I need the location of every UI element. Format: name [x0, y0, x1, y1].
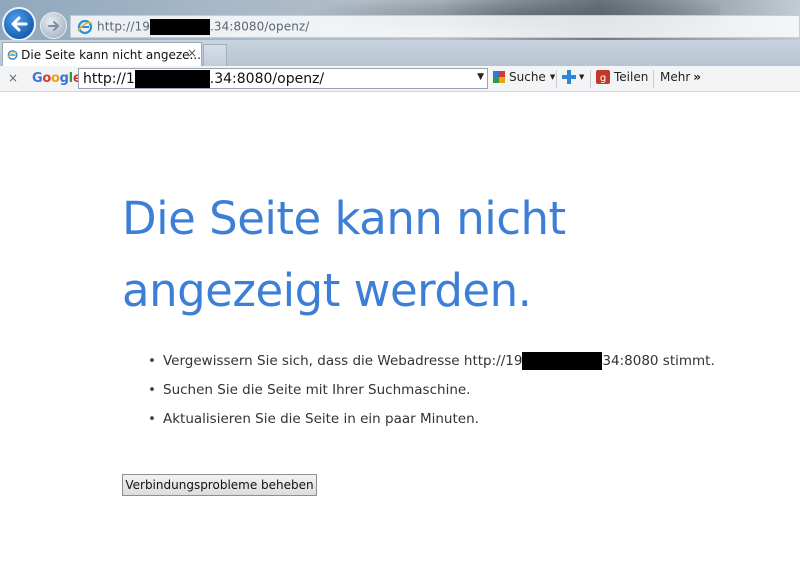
address-url-prefix: http://19	[97, 19, 150, 33]
share-button-label: Teilen	[614, 70, 649, 84]
back-button[interactable]	[2, 7, 36, 41]
bullet-text: Suchen Sie die Seite mit Ihrer Suchmasch…	[163, 382, 471, 398]
list-item: • Vergewissern Sie sich, dass die Webadre…	[148, 347, 715, 376]
search-value-prefix: http://1	[83, 70, 135, 87]
tab-strip: Die Seite kann nicht angeze... ×	[0, 40, 800, 66]
toolbar-search-input[interactable]: http://1 .34:8080/openz/ ▼	[78, 68, 488, 89]
toolbar-divider	[590, 70, 591, 88]
list-item: • Aktualisieren Sie die Seite in ein paar…	[148, 405, 715, 434]
search-button-label: Suche	[509, 70, 546, 84]
bullet-icon: •	[148, 382, 156, 398]
search-value-suffix: .34:8080/openz/	[209, 70, 325, 87]
toolbar-divider	[653, 70, 654, 88]
svg-text:g: g	[600, 73, 606, 84]
share-button[interactable]: g Teilen	[596, 70, 648, 84]
new-tab-button[interactable]	[203, 44, 227, 66]
chevron-down-icon: ▼	[579, 73, 585, 81]
share-icon: g	[596, 70, 610, 84]
list-item: • Suchen Sie die Seite mit Ihrer Suchmasc…	[148, 376, 715, 405]
address-bar[interactable]: http://19 .34:8080/openz/	[70, 15, 800, 38]
browser-title-bar: http://19 .34:8080/openz/	[0, 0, 800, 41]
bullet-icon: •	[148, 411, 156, 427]
troubleshooting-list: • Vergewissern Sie sich, dass die Webadre…	[148, 347, 715, 434]
more-button-label: Mehr	[660, 70, 691, 84]
toolbar-divider	[556, 70, 557, 88]
redaction-block	[134, 69, 210, 88]
google-toolbar: × Google http://1 .34:8080/openz/ ▼ Suche…	[0, 66, 800, 92]
back-arrow-icon	[11, 16, 28, 32]
forward-button[interactable]	[40, 12, 67, 39]
internet-explorer-icon	[77, 19, 93, 34]
redaction-block	[149, 18, 210, 35]
google-search-icon	[493, 71, 505, 83]
redaction-block	[522, 352, 603, 370]
toolbar-search-value: http://1 .34:8080/openz/	[83, 69, 325, 88]
double-chevron-icon: »	[693, 70, 702, 84]
chevron-down-icon: ▼	[549, 73, 556, 81]
bullet-text-prefix: Vergewissern Sie sich, dass die Webadres…	[163, 353, 523, 369]
bullet-icon: •	[148, 353, 156, 369]
fix-connection-problems-button[interactable]: Verbindungsprobleme beheben	[122, 474, 317, 496]
bullet-text: Aktualisieren Sie die Seite in ein paar …	[163, 411, 479, 427]
plus-button[interactable]: ▼	[562, 70, 584, 84]
address-url: http://19 .34:8080/openz/	[97, 18, 310, 35]
address-url-suffix: .34:8080/openz/	[209, 19, 310, 33]
google-plus-icon	[562, 70, 576, 84]
google-logo: Google	[32, 71, 82, 86]
tab-title: Die Seite kann nicht angeze...	[21, 47, 201, 62]
bullet-text-suffix: 34:8080 stimmt.	[602, 353, 715, 369]
forward-arrow-icon	[47, 20, 59, 31]
chevron-down-icon[interactable]: ▼	[477, 72, 484, 82]
toolbar-close-button[interactable]: ×	[8, 71, 18, 85]
internet-explorer-icon	[7, 49, 18, 60]
error-headline: Die Seite kann nicht angezeigt werden.	[122, 192, 566, 317]
search-button[interactable]: Suche ▼	[492, 70, 555, 84]
tab-close-button[interactable]: ×	[187, 46, 197, 60]
more-button[interactable]: Mehr »	[660, 70, 701, 84]
tab-active[interactable]: Die Seite kann nicht angeze... ×	[2, 42, 202, 66]
